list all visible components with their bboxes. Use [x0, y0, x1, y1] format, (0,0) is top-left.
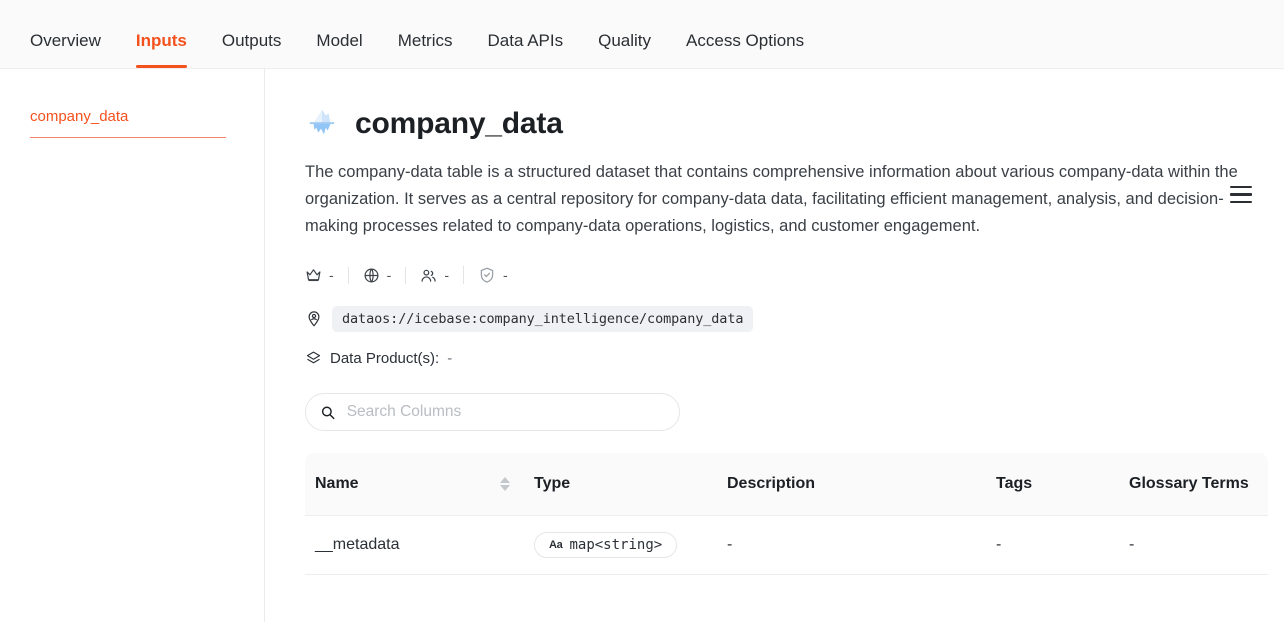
- address-row: dataos://icebase:company_intelligence/co…: [305, 306, 1268, 332]
- column-header-label: Description: [727, 475, 816, 492]
- owner-meta-chip[interactable]: -: [305, 267, 348, 284]
- globe-icon: [364, 268, 379, 282]
- tab-label: Access Options: [686, 31, 805, 50]
- search-columns-box[interactable]: [305, 393, 680, 431]
- text-type-icon: Aa: [549, 539, 563, 551]
- column-header-tags[interactable]: Tags: [996, 453, 1129, 516]
- tab-inputs[interactable]: Inputs: [135, 31, 187, 68]
- iceberg-icon: [309, 109, 335, 135]
- tab-label: Inputs: [135, 31, 187, 50]
- tab-label: Model: [316, 31, 363, 50]
- search-input[interactable]: [346, 403, 665, 421]
- tab-label: Quality: [598, 31, 652, 50]
- tab-outputs[interactable]: Outputs: [222, 32, 282, 68]
- page-body: company_data company_data The company-da…: [0, 69, 1284, 622]
- cell-glossary-terms: -: [1129, 516, 1268, 575]
- domain-value: -: [386, 267, 392, 283]
- metadata-strip: - - - -: [305, 264, 1268, 286]
- tab-quality[interactable]: Quality: [598, 32, 651, 68]
- title-row: company_data: [305, 106, 1268, 140]
- shield-check-icon: [480, 267, 494, 283]
- hamburger-menu-icon[interactable]: [1230, 186, 1252, 203]
- crown-icon: [306, 268, 321, 281]
- owner-value: -: [329, 267, 334, 283]
- cell-name: __metadata: [305, 516, 534, 575]
- address-pin-icon: [308, 311, 320, 327]
- columns-table: Name Type Description Tags Glossary Term…: [305, 453, 1268, 575]
- users-icon: [421, 269, 437, 282]
- data-products-row: Data Product(s): -: [305, 350, 1268, 367]
- hamburger-line: [1230, 193, 1252, 196]
- tab-data-apis[interactable]: Data APIs: [488, 32, 564, 68]
- column-header-label: Name: [315, 475, 359, 492]
- sort-toggle-icon[interactable]: [500, 477, 510, 491]
- column-header-label: Glossary Terms: [1129, 475, 1249, 492]
- tab-label: Outputs: [221, 31, 282, 50]
- table-header: Name Type Description Tags Glossary Term…: [305, 453, 1268, 516]
- sidebar-item-company-data[interactable]: company_data: [30, 108, 226, 138]
- table-row[interactable]: __metadata Aa map<string> - - -: [305, 516, 1268, 575]
- column-header-description[interactable]: Description: [727, 453, 996, 516]
- udl-address-badge[interactable]: dataos://icebase:company_intelligence/co…: [332, 306, 754, 332]
- page-title: company_data: [355, 106, 563, 140]
- dataset-description: The company-data table is a structured d…: [305, 163, 1238, 235]
- tab-model[interactable]: Model: [316, 32, 362, 68]
- cell-type: Aa map<string>: [534, 516, 727, 575]
- certification-value: -: [503, 267, 508, 283]
- main-content: company_data The company-data table is a…: [265, 69, 1284, 622]
- sidebar-item-label: company_data: [30, 108, 129, 125]
- type-badge: Aa map<string>: [534, 532, 678, 558]
- tab-metrics[interactable]: Metrics: [398, 32, 453, 68]
- stewards-value: -: [444, 267, 450, 283]
- table-header-row: Name Type Description Tags Glossary Term…: [305, 453, 1268, 516]
- tab-label: Metrics: [397, 31, 453, 50]
- column-header-label: Tags: [996, 475, 1033, 492]
- domain-meta-chip[interactable]: -: [347, 266, 406, 284]
- data-products-value: -: [447, 350, 453, 367]
- stewards-meta-chip[interactable]: -: [405, 266, 463, 284]
- cell-tags: -: [996, 516, 1129, 575]
- tab-overview[interactable]: Overview: [30, 32, 101, 68]
- layers-icon: [306, 351, 321, 364]
- cell-description: -: [727, 516, 996, 575]
- column-header-name[interactable]: Name: [305, 453, 534, 516]
- tab-access-options[interactable]: Access Options: [686, 32, 804, 68]
- type-value: map<string>: [569, 537, 663, 553]
- primary-tab-bar: Overview Inputs Outputs Model Metrics Da…: [0, 0, 1284, 69]
- column-header-type[interactable]: Type: [534, 453, 727, 516]
- column-header-label: Type: [534, 475, 571, 492]
- tab-label: Overview: [30, 31, 101, 50]
- certification-meta-chip[interactable]: -: [463, 266, 522, 284]
- column-header-glossary-terms[interactable]: Glossary Terms: [1129, 453, 1268, 516]
- hamburger-line: [1230, 200, 1252, 203]
- hamburger-line: [1230, 186, 1252, 189]
- data-products-label: Data Product(s):: [330, 350, 440, 367]
- inputs-sidebar: company_data: [0, 69, 265, 622]
- table-body: __metadata Aa map<string> - - -: [305, 516, 1268, 575]
- tab-label: Data APIs: [487, 31, 564, 50]
- search-icon: [321, 406, 335, 419]
